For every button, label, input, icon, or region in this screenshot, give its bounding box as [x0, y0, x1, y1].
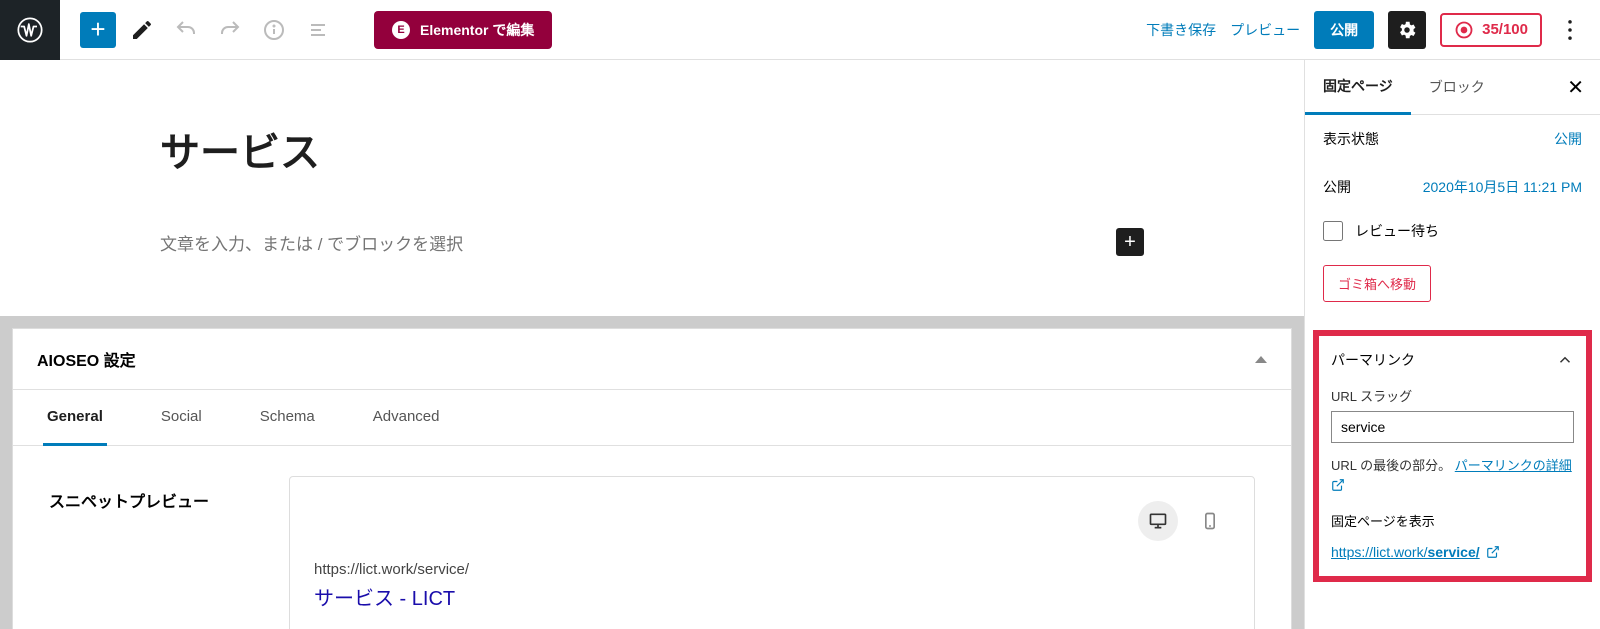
permalink-panel: パーマリンク URL スラッグ URL の最後の部分。 パーマリンクの詳細 固定…: [1313, 330, 1592, 582]
view-page-label: 固定ページを表示: [1331, 511, 1574, 530]
edit-icon[interactable]: [124, 12, 160, 48]
aioseo-tab-advanced[interactable]: Advanced: [369, 390, 444, 445]
undo-icon[interactable]: [168, 12, 204, 48]
desktop-preview-button[interactable]: [1138, 501, 1178, 541]
editor-area: サービス 文章を入力、または / でブロックを選択 + AIOSEO 設定 Ge…: [0, 60, 1304, 629]
aioseo-tab-social[interactable]: Social: [157, 390, 206, 445]
publish-date-value[interactable]: 2020年10月5日 11:21 PM: [1423, 177, 1582, 197]
inline-add-block-button[interactable]: +: [1116, 228, 1144, 256]
visibility-value[interactable]: 公開: [1554, 129, 1582, 149]
pending-review-row: レビュー待ち: [1305, 211, 1600, 251]
publish-button[interactable]: 公開: [1314, 11, 1374, 49]
redo-icon[interactable]: [212, 12, 248, 48]
elementor-label: Elementor で編集: [420, 20, 534, 40]
aioseo-heading: AIOSEO 設定: [37, 347, 136, 371]
elementor-button[interactable]: E Elementor で編集: [374, 11, 552, 49]
toolbar-left: + E Elementor で編集: [60, 11, 552, 49]
aioseo-section: AIOSEO 設定 General Social Schema Advanced…: [0, 316, 1304, 629]
snippet-title: サービス - LICT: [314, 582, 1230, 611]
mobile-preview-button[interactable]: [1190, 501, 1230, 541]
seo-score-pill[interactable]: 35/100: [1440, 13, 1542, 47]
aioseo-header[interactable]: AIOSEO 設定: [13, 329, 1291, 390]
sidebar-tabs: 固定ページ ブロック ✕: [1305, 60, 1600, 115]
info-icon[interactable]: [256, 12, 292, 48]
pending-review-checkbox[interactable]: [1323, 221, 1343, 241]
external-link-icon: [1486, 545, 1500, 559]
snippet-url: https://lict.work/service/: [314, 561, 1230, 578]
visibility-row: 表示状態 公開: [1305, 115, 1600, 163]
permalink-help: URL の最後の部分。 パーマリンクの詳細: [1331, 455, 1574, 474]
aioseo-tab-schema[interactable]: Schema: [256, 390, 319, 445]
external-link-icon[interactable]: [1331, 478, 1574, 497]
elementor-icon: E: [392, 21, 410, 39]
toolbar: + E Elementor で編集 下書き保存 プレビュー 公開 35/100: [0, 0, 1600, 60]
preview-link[interactable]: プレビュー: [1230, 20, 1300, 40]
permalink-url[interactable]: https://lict.work/service/: [1331, 544, 1574, 560]
publish-date-row: 公開 2020年10月5日 11:21 PM: [1305, 163, 1600, 211]
permalink-help-link[interactable]: パーマリンクの詳細: [1455, 458, 1572, 473]
wp-logo[interactable]: [0, 0, 60, 60]
permalink-header[interactable]: パーマリンク: [1323, 340, 1582, 380]
permalink-heading: パーマリンク: [1331, 350, 1415, 370]
snippet-preview-box: https://lict.work/service/ サービス - LICT: [289, 476, 1255, 629]
visibility-label: 表示状態: [1323, 129, 1379, 149]
close-sidebar-button[interactable]: ✕: [1551, 75, 1600, 100]
settings-button[interactable]: [1388, 11, 1426, 49]
tab-block[interactable]: ブロック: [1411, 61, 1503, 113]
outline-icon[interactable]: [300, 12, 336, 48]
tab-page[interactable]: 固定ページ: [1305, 60, 1411, 115]
caret-up-icon: [1255, 356, 1267, 363]
snippet-preview-label: スニペットプレビュー: [49, 476, 249, 512]
aioseo-tab-general[interactable]: General: [43, 390, 107, 446]
seo-score-value: 35/100: [1482, 21, 1528, 38]
publish-date-label: 公開: [1323, 177, 1351, 197]
pending-review-label: レビュー待ち: [1355, 221, 1439, 241]
block-placeholder[interactable]: 文章を入力、または / でブロックを選択: [160, 230, 1116, 255]
aioseo-tabs: General Social Schema Advanced: [13, 390, 1291, 446]
chevron-up-icon: [1556, 351, 1574, 369]
url-slug-label: URL スラッグ: [1331, 386, 1574, 405]
move-to-trash-button[interactable]: ゴミ箱へ移動: [1323, 265, 1431, 302]
toolbar-right: 下書き保存 プレビュー 公開 35/100: [1146, 11, 1600, 49]
more-menu-icon[interactable]: [1556, 12, 1584, 48]
add-block-button[interactable]: +: [80, 12, 116, 48]
url-slug-input[interactable]: [1331, 411, 1574, 443]
page-title[interactable]: サービス: [160, 120, 1144, 178]
settings-sidebar: 固定ページ ブロック ✕ 表示状態 公開 公開 2020年10月5日 11:21…: [1304, 60, 1600, 629]
save-draft-link[interactable]: 下書き保存: [1146, 20, 1216, 40]
